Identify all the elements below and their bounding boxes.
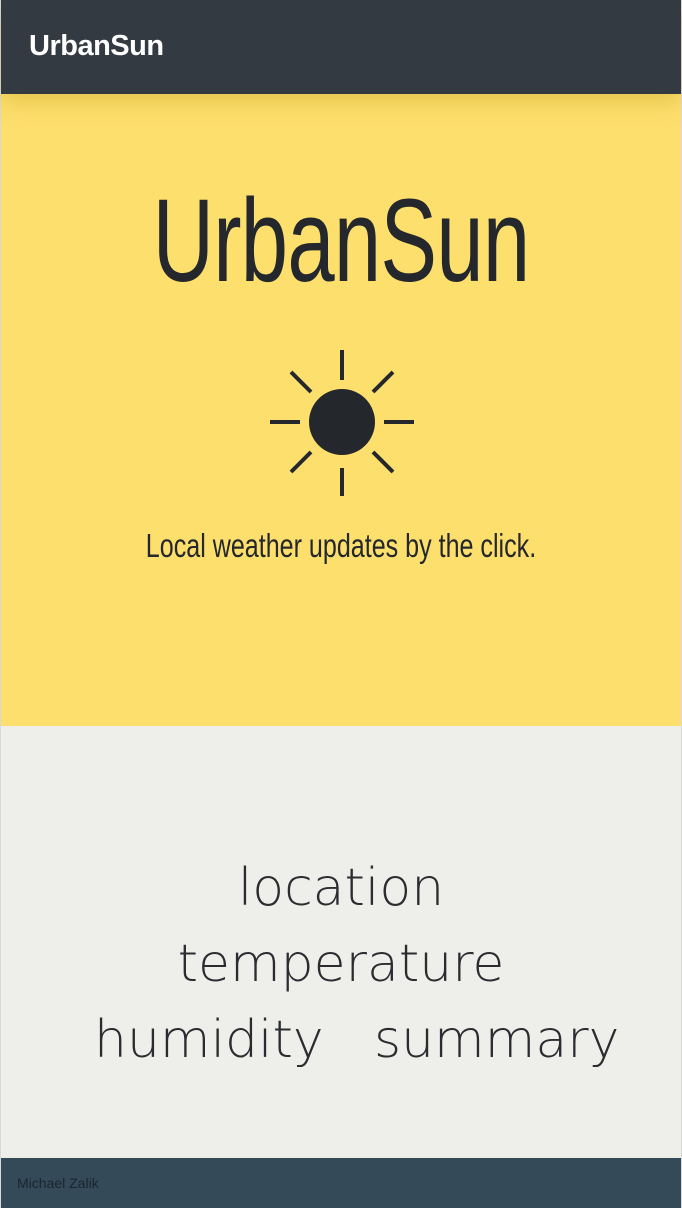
- summary-text: summary: [374, 1010, 620, 1070]
- hero-title: UrbanSun: [152, 175, 531, 307]
- navbar: UrbanSun: [1, 0, 681, 94]
- humidity-text: humidity: [94, 1010, 324, 1070]
- tagline: Local weather updates by the click.: [145, 527, 537, 564]
- page: UrbanSun UrbanSun Local weather updates …: [0, 0, 682, 1208]
- sun-icon: [270, 350, 414, 496]
- temperature-text: temperature: [177, 934, 505, 994]
- hero-section: UrbanSun Local weather updates by the cl…: [1, 94, 681, 726]
- location-text: location: [237, 858, 445, 918]
- footer: Michael Zalik: [1, 1158, 681, 1208]
- footer-author: Michael Zalik: [17, 1175, 99, 1191]
- weather-section: location temperature humidity summary: [1, 726, 681, 1158]
- brand-link[interactable]: UrbanSun: [29, 28, 164, 64]
